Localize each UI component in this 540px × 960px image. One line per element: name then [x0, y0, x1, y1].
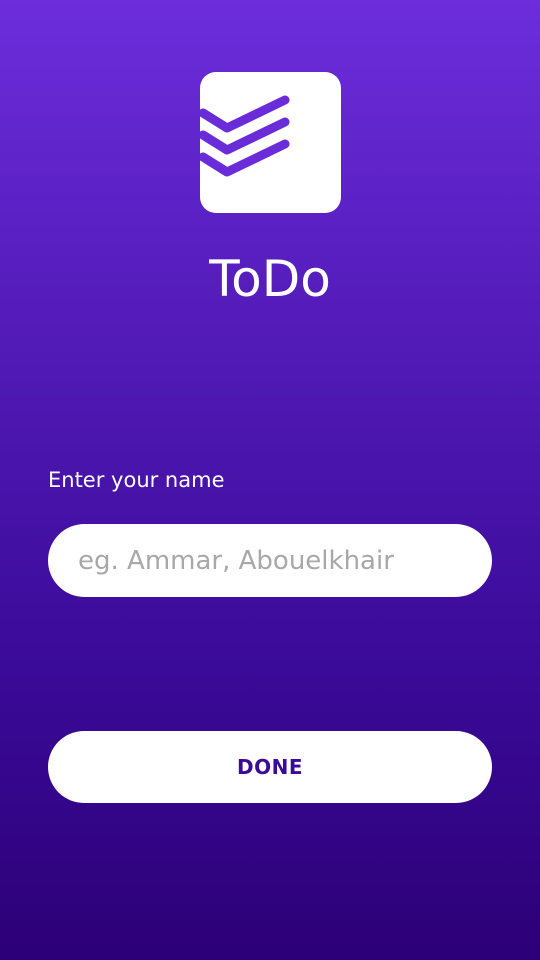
- stacked-chevrons-icon: [200, 95, 290, 177]
- welcome-screen: ToDo Enter your name DONE: [0, 0, 540, 960]
- app-logo: [200, 72, 341, 213]
- done-button[interactable]: DONE: [48, 731, 492, 803]
- app-title: ToDo: [209, 250, 331, 308]
- name-input[interactable]: [48, 524, 492, 597]
- name-field-label: Enter your name: [48, 468, 225, 492]
